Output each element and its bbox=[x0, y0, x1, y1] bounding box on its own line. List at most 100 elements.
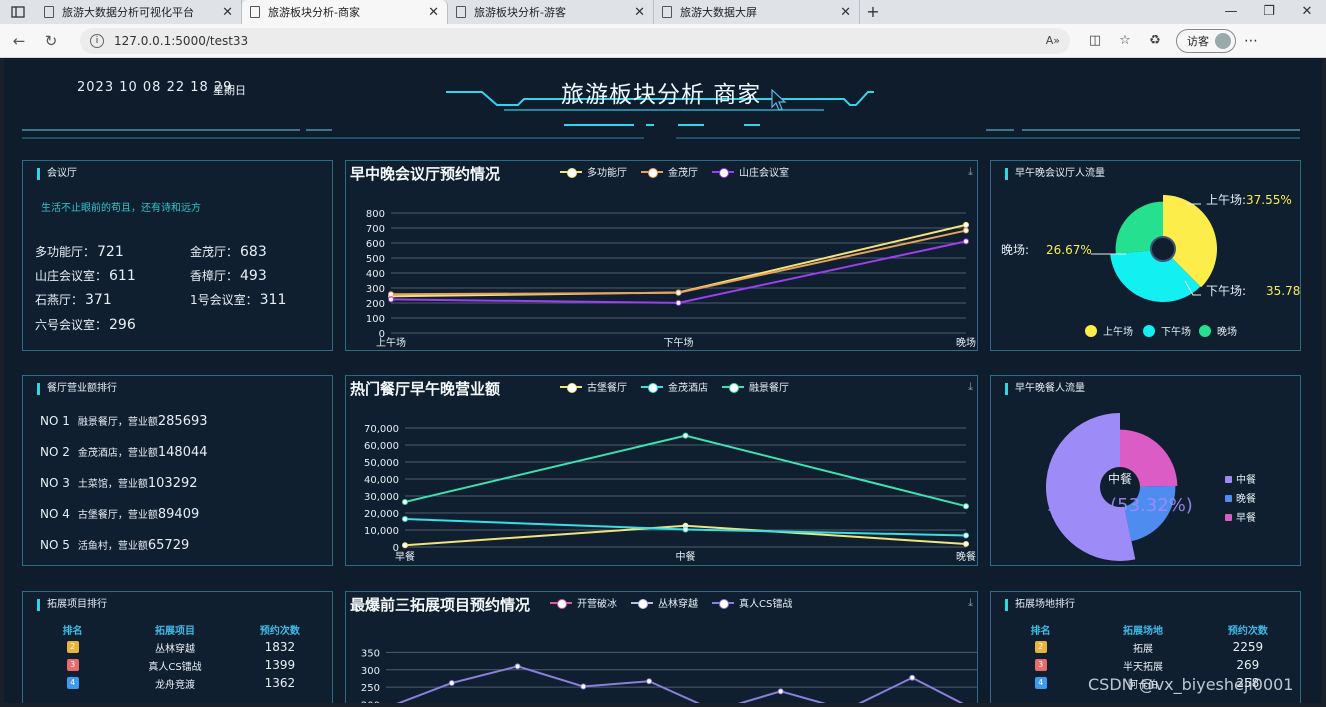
y-tick-label: 250 bbox=[361, 683, 380, 694]
y-tick-label: 60,000 bbox=[364, 441, 399, 452]
data-point bbox=[402, 542, 408, 549]
table-header: 排名 拓展场地 预约次数 bbox=[991, 620, 1300, 638]
page-icon bbox=[662, 6, 672, 18]
page-title: 旅游板块分析 商家 bbox=[561, 82, 762, 108]
slice-label: 下午场: bbox=[1206, 284, 1246, 298]
close-icon[interactable]: ✕ bbox=[222, 5, 233, 20]
url-text: 127.0.0.1:5000/test33 bbox=[114, 33, 249, 48]
close-icon[interactable]: ✕ bbox=[428, 5, 439, 20]
expand-rank-panel: 拓展项目排行 排名 拓展项目 预约次数 2 丛林穿越 1832 3 真人CS镭战… bbox=[22, 591, 333, 703]
rank-number: NO 2 bbox=[40, 445, 70, 459]
hall-stat: 六号会议室： 296 bbox=[35, 316, 136, 333]
current-datetime: 2023 10 08 22 18 29 bbox=[77, 80, 233, 95]
stat-value: 611 bbox=[109, 268, 136, 284]
y-tick-label: 300 bbox=[366, 284, 385, 295]
legend-marker bbox=[1143, 325, 1155, 337]
address-bar[interactable]: i 127.0.0.1:5000/test33 A» bbox=[80, 27, 1070, 54]
slice-percent: 26.67% bbox=[1046, 243, 1092, 257]
legend-marker bbox=[1225, 495, 1232, 502]
legend-label: 早餐 bbox=[1236, 511, 1256, 524]
y-tick-label: 600 bbox=[366, 239, 385, 250]
y-tick-label: 800 bbox=[366, 209, 385, 220]
tab-merchant[interactable]: 旅游板块分析-商家 ✕ bbox=[242, 0, 448, 24]
header-cell: 排名 bbox=[62, 625, 83, 637]
table-row: 4 龙舟竞渡 1362 bbox=[23, 674, 332, 692]
minimize-icon[interactable]: — bbox=[1212, 0, 1250, 24]
y-tick-label: 200 bbox=[361, 701, 380, 703]
back-icon[interactable]: ← bbox=[6, 32, 32, 50]
info-icon[interactable]: i bbox=[90, 33, 104, 48]
hall-booking-chart-panel: 早中晚会议厅预约情况 多功能厅 金茂厅 山庄会议室 ⤓ 0 100 200 300 40… bbox=[345, 160, 978, 351]
favorites-icon[interactable]: ☆ bbox=[1110, 33, 1140, 48]
refresh-icon[interactable]: ↻ bbox=[38, 32, 64, 50]
rank-text: 土菜馆，营业额 bbox=[77, 479, 148, 490]
page-icon bbox=[250, 6, 260, 18]
data-point bbox=[963, 540, 969, 547]
hall-stat: 石燕厅： 371 bbox=[35, 291, 112, 308]
header-cell: 拓展项目 bbox=[155, 625, 196, 637]
y-tick-label: 20,000 bbox=[364, 509, 399, 520]
table-cell: 1362 bbox=[264, 676, 296, 690]
table-row: 3 真人CS镭战 1399 bbox=[23, 656, 332, 674]
table-row: 2 拓展 2259 bbox=[991, 638, 1300, 656]
x-tick-label: 上午场 bbox=[376, 336, 406, 349]
data-point bbox=[682, 432, 689, 439]
page-icon bbox=[456, 6, 466, 18]
x-tick-label: 下午场 bbox=[664, 336, 694, 349]
split-screen-icon[interactable]: ◫ bbox=[1080, 33, 1110, 48]
data-point bbox=[963, 238, 969, 245]
tab-bigscreen[interactable]: 旅游大数据大屏 ✕ bbox=[654, 0, 860, 24]
page-icon bbox=[44, 6, 54, 18]
rank-amount: 89409 bbox=[157, 507, 200, 522]
read-aloud-icon[interactable]: A» bbox=[1046, 34, 1060, 47]
stat-value: 683 bbox=[240, 244, 267, 260]
profile-label: 访客 bbox=[1187, 34, 1209, 48]
slice-label: 上午场: bbox=[1206, 193, 1246, 207]
close-icon[interactable]: ✕ bbox=[840, 5, 851, 20]
table-row: 3 半天拓展 269 bbox=[991, 656, 1300, 674]
stat-label: 石燕厅： bbox=[35, 293, 84, 307]
tab-actions-button[interactable] bbox=[0, 0, 36, 24]
more-options-icon[interactable]: ⋯ bbox=[1236, 33, 1266, 49]
tab-label: 旅游板块分析-游客 bbox=[474, 6, 566, 19]
stat-label: 多功能厅： bbox=[35, 245, 96, 259]
rank-amount: 148044 bbox=[157, 445, 208, 460]
rank-text: 古堡餐厅，营业额 bbox=[77, 510, 158, 521]
data-point bbox=[388, 296, 394, 303]
header-cell: 预约次数 bbox=[1227, 625, 1268, 637]
y-tick-label: 350 bbox=[361, 648, 380, 659]
avatar bbox=[1215, 32, 1231, 49]
data-point bbox=[675, 299, 682, 306]
new-tab-button[interactable]: + bbox=[860, 0, 886, 24]
rank-number: NO 1 bbox=[40, 414, 70, 428]
stat-value: 371 bbox=[85, 292, 112, 308]
data-point bbox=[675, 289, 682, 296]
mouse-cursor-icon bbox=[771, 89, 787, 111]
rank-text: 金茂酒店，营业额 bbox=[77, 448, 158, 459]
tab-platform[interactable]: 旅游大数据分析可视化平台 ✕ bbox=[36, 0, 242, 24]
panel-title: 拓展场地排行 bbox=[1005, 599, 1075, 611]
table-cell: 丛林穿越 bbox=[155, 643, 196, 655]
data-point bbox=[514, 663, 521, 670]
y-tick-label: 500 bbox=[366, 254, 385, 265]
slice-label: 晚场: bbox=[1001, 243, 1029, 257]
profile-button[interactable]: 访客 bbox=[1176, 28, 1236, 53]
meal-flow-panel: 早午晚餐人流量 中餐 38190 (53.32%) 中餐 晚餐 早餐 bbox=[990, 375, 1301, 566]
restore-icon[interactable]: ❐ bbox=[1250, 0, 1288, 24]
close-window-icon[interactable]: ✕ bbox=[1288, 0, 1326, 24]
dashboard: 2023 10 08 22 18 29 星期日 旅游板块分析 商家 会议厅 生活… bbox=[4, 58, 1322, 703]
data-point bbox=[682, 526, 689, 533]
data-point bbox=[580, 683, 587, 690]
hall-stat: 多功能厅： 721 bbox=[35, 243, 124, 260]
extensions-icon[interactable]: ♻ bbox=[1140, 33, 1170, 48]
motto-text: 生活不止眼前的苟且，还有诗和远方 bbox=[41, 203, 201, 214]
rank-row: NO 2 金茂酒店，营业额148044 bbox=[40, 444, 208, 460]
y-tick-label: 10,000 bbox=[364, 526, 399, 537]
tab-label: 旅游板块分析-商家 bbox=[268, 6, 360, 19]
close-icon[interactable]: ✕ bbox=[634, 5, 645, 20]
watermark-text: CSDN @vx_biyesheji0001 bbox=[1088, 675, 1294, 694]
y-tick-label: 300 bbox=[361, 666, 380, 677]
tab-bar: 旅游大数据分析可视化平台 ✕ 旅游板块分析-商家 ✕ 旅游板块分析-游客 ✕ 旅游大数… bbox=[0, 0, 1326, 24]
stat-label: 香樟厅： bbox=[190, 269, 239, 283]
tab-tourist[interactable]: 旅游板块分析-游客 ✕ bbox=[448, 0, 654, 24]
